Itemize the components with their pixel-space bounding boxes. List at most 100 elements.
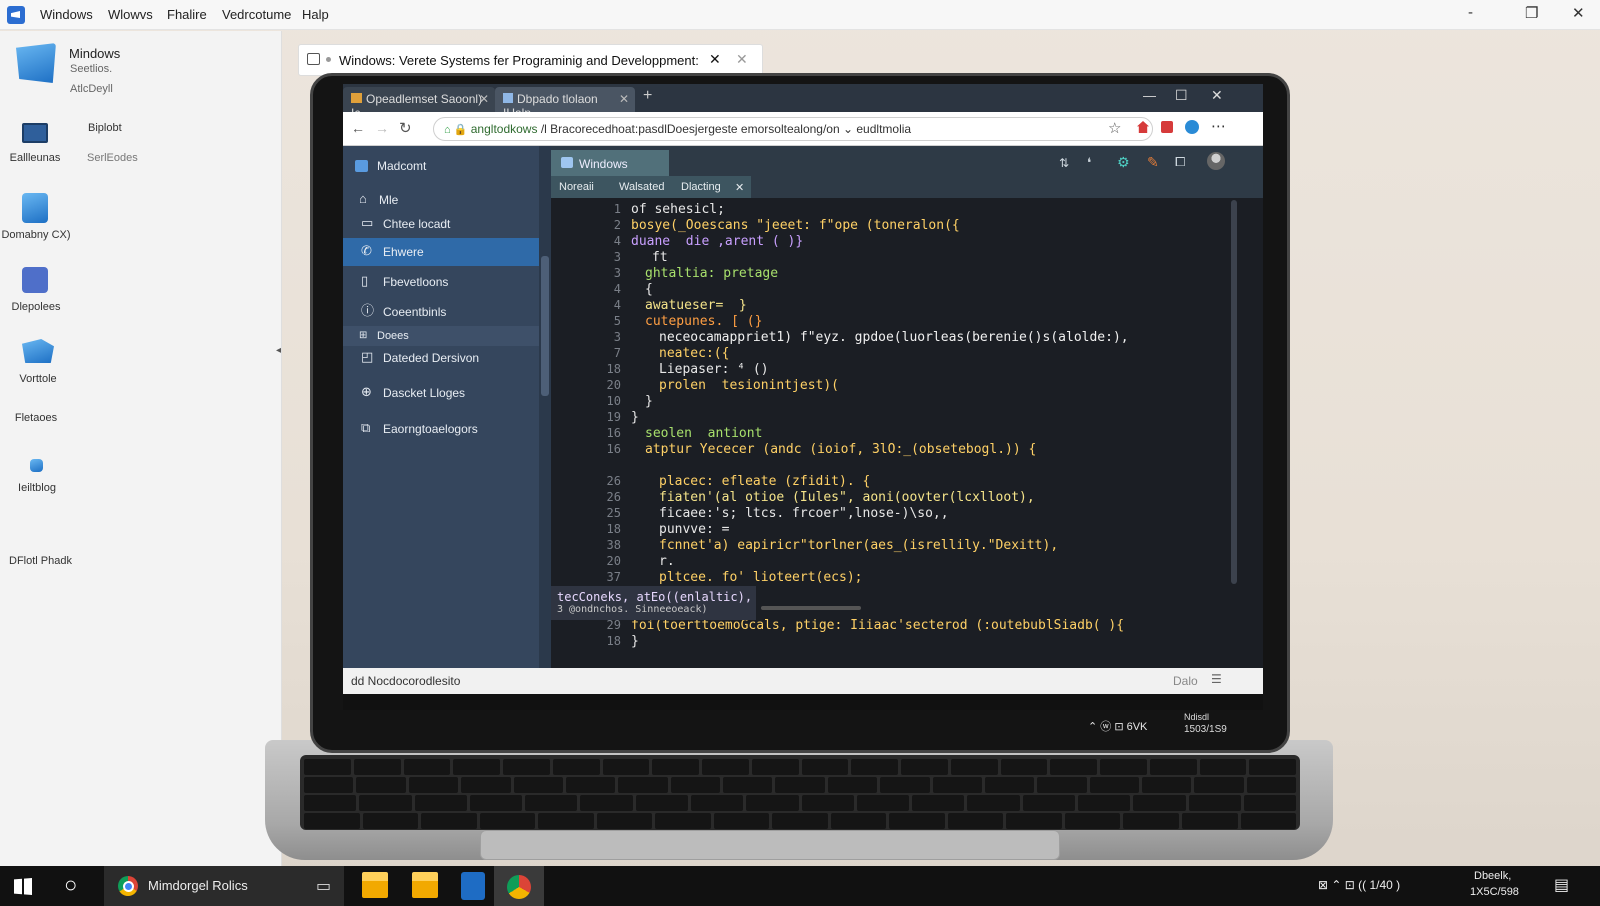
subtab-normal[interactable]: Noreaii (559, 181, 594, 193)
more-menu-icon[interactable]: ⋯ (1211, 117, 1226, 135)
code-line[interactable]: atptur Yececer (andc (ioiof, 3lO:_(obset… (645, 442, 1036, 457)
system-tray-icons[interactable]: ⊠ ⌃ ⊡ (( 1/40 ) (1318, 878, 1400, 892)
code-line[interactable]: punvve: = (659, 522, 729, 537)
sidebar-item-label[interactable]: Fletaoes (0, 412, 74, 424)
tab-close-icon[interactable]: ✕ (736, 51, 748, 68)
code-line[interactable]: awatueser= } (645, 298, 747, 313)
screen-tray-icons[interactable]: ⌃ ⓦ ⊡ 6VK (1088, 718, 1147, 734)
code-line[interactable]: placec: efleate (zfidit). { (659, 474, 870, 489)
sidenav-item-folder[interactable]: ▭ Chtee locadt (343, 210, 539, 238)
start-icon[interactable] (14, 878, 32, 895)
code-line[interactable]: ft (652, 250, 668, 265)
reload-icon[interactable]: ↻ (399, 119, 412, 137)
code-line[interactable]: } (645, 394, 653, 409)
sidenav-scrollbar[interactable] (539, 146, 551, 668)
outer-tab[interactable]: Windows: Verete Systems fer Programinig … (298, 44, 763, 76)
collapse-arrow-icon[interactable]: ◂ (276, 345, 281, 356)
comment-icon[interactable]: ❛ (1087, 155, 1091, 171)
code-line[interactable]: foi(toerttoemoGcals, ptige: Iiiaac'secte… (631, 618, 1124, 633)
code-line[interactable]: duane die ,arent ( )} (631, 234, 803, 249)
code-line[interactable]: r. (659, 554, 675, 569)
new-tab-button[interactable]: + (643, 87, 652, 105)
code-line[interactable]: neatec:({ (659, 346, 729, 361)
menu-view[interactable]: Wlowvs (108, 7, 153, 22)
autocomplete-line[interactable]: 3 @ondnchos. Sinneeoeack) (557, 604, 750, 615)
search-icon[interactable]: ○ (64, 872, 77, 898)
subtab-docking[interactable]: Dlacting (681, 181, 721, 193)
menu-help[interactable]: Halp (302, 7, 329, 22)
code-line[interactable]: of sehesicl; (631, 202, 725, 217)
taskbar-active-app[interactable] (494, 866, 544, 906)
share-icon[interactable]: ⧠ (1175, 154, 1185, 170)
editor-main-tab[interactable]: Windows (551, 150, 669, 176)
code-line[interactable]: prolen tesionintjest)( (659, 378, 839, 393)
app-logo (7, 6, 25, 24)
tab-close-icon[interactable]: ✕ (479, 92, 489, 106)
extension-icon[interactable] (1161, 121, 1173, 133)
code-line[interactable]: neceocamappriet1) f"eyz. gpdoe(luorleas(… (659, 330, 1129, 345)
sidenav-item-window[interactable]: ◰ Dateded Dersivon (343, 344, 539, 372)
sidenav-item-document[interactable]: ▯ Fbevetloons (343, 268, 539, 296)
url-input[interactable]: ⌂ 🔒 angltodkows /l Bracorecedhoat:pasdlD… (433, 117, 1153, 141)
code-line[interactable]: seolen antiont (645, 426, 762, 441)
profile-extension-icon[interactable] (1185, 120, 1199, 134)
star-icon[interactable]: ☆ (1108, 119, 1121, 137)
sidebar-item-label[interactable]: Dlepolees (0, 301, 74, 313)
split-icon[interactable]: ⇅ (1059, 156, 1069, 170)
code-line[interactable]: cutepunes. [ (} (645, 314, 762, 329)
horizontal-scrollbar[interactable] (761, 606, 861, 610)
code-line[interactable]: } (631, 634, 639, 649)
sidebar-item-label[interactable]: Eallleunas (0, 152, 73, 164)
code-line[interactable]: Liepaser: ⁴ () (659, 362, 769, 377)
code-line[interactable]: bosye(_Ooescans "jeeet: f"ope (toneralon… (631, 218, 960, 233)
taskbar-browser-app[interactable]: Mimdorgel Rolics (104, 866, 344, 906)
avatar[interactable] (1207, 152, 1225, 170)
close-button[interactable]: ✕ (1211, 87, 1223, 104)
close-button[interactable]: ✕ (1572, 4, 1585, 22)
browser-tab[interactable]: Opeadlemset Saoonl) Ic ✕ (343, 87, 495, 120)
subtab-close-icon[interactable]: ✕ (735, 181, 744, 194)
tab-close-icon[interactable]: ✕ (709, 51, 721, 68)
restore-button[interactable]: ❐ (1525, 4, 1538, 22)
sidebar-footer-label[interactable]: DFlotl Phadk (9, 555, 72, 567)
sidebar-item-label[interactable]: Vorttole (0, 373, 76, 385)
code-line[interactable]: { (645, 282, 653, 297)
autocomplete-popup[interactable]: tecConeks, atEo((enlaltic), 3 @ondnchos.… (551, 586, 756, 620)
file-explorer-icon[interactable] (362, 872, 388, 898)
subtab-validated[interactable]: Walsated (619, 181, 664, 193)
forward-icon[interactable]: → (375, 120, 389, 136)
sidenav-item-globe[interactable]: ⊕ Dascket Lloges (343, 379, 539, 407)
restore-button[interactable]: ☐ (1175, 87, 1188, 104)
notes-icon[interactable]: ☰ (1211, 672, 1222, 686)
code-line[interactable]: } (631, 410, 639, 425)
code-line[interactable]: fiaten'(al otioe (Iules", aoni(oovter(lc… (659, 490, 1035, 505)
sidenav-item-active[interactable]: ✆ Ehwere (343, 238, 539, 266)
line-number: 16 (606, 426, 621, 440)
sidebar-item-label[interactable]: Ieiltblog (0, 482, 75, 494)
browser-tab-active[interactable]: Dbpado tlolaon IHalp ✕ (495, 87, 635, 120)
code-line[interactable]: pltcee. fo' lioteert(ecs); (659, 570, 863, 585)
scrollbar-thumb[interactable] (541, 256, 549, 396)
sidenav-item-link[interactable]: ⧉ Eaorngtoaelogors (343, 415, 539, 443)
store-icon[interactable] (461, 872, 485, 900)
tool-icon[interactable]: ✎ (1147, 154, 1159, 171)
menu-edit[interactable]: Vedrcotume (222, 7, 291, 22)
code-line[interactable]: ghtaltia: pretage (645, 266, 778, 281)
settings-icon[interactable]: ⚙ (1117, 154, 1130, 171)
notification-icon[interactable]: ▤ (1554, 875, 1569, 895)
touchpad (480, 830, 1060, 860)
autocomplete-line[interactable]: tecConeks, atEo((enlaltic), (557, 590, 752, 604)
back-icon[interactable]: ← (351, 120, 365, 136)
code-line[interactable]: fcnnet'a) eapiricr"torlner(aes_(isrellil… (659, 538, 1058, 553)
task-view-icon[interactable]: ▭ (316, 876, 331, 896)
editor-scrollbar[interactable] (1231, 200, 1237, 584)
minimize-button[interactable]: — (1143, 88, 1156, 103)
code-line[interactable]: ficaee:'s; ltcs. frcoer",lnose-)\so,, (659, 506, 949, 521)
menu-file[interactable]: Fhalire (167, 7, 207, 22)
folder-icon[interactable] (412, 872, 438, 898)
minimize-button[interactable]: - (1468, 4, 1473, 21)
sidebar-item-label[interactable]: Domabny CX) (0, 229, 74, 241)
sidenav-item-info[interactable]: ⓘ Coeentbinls (343, 298, 539, 326)
tab-close-icon[interactable]: ✕ (619, 92, 629, 106)
menu-windows[interactable]: Windows (40, 7, 93, 22)
